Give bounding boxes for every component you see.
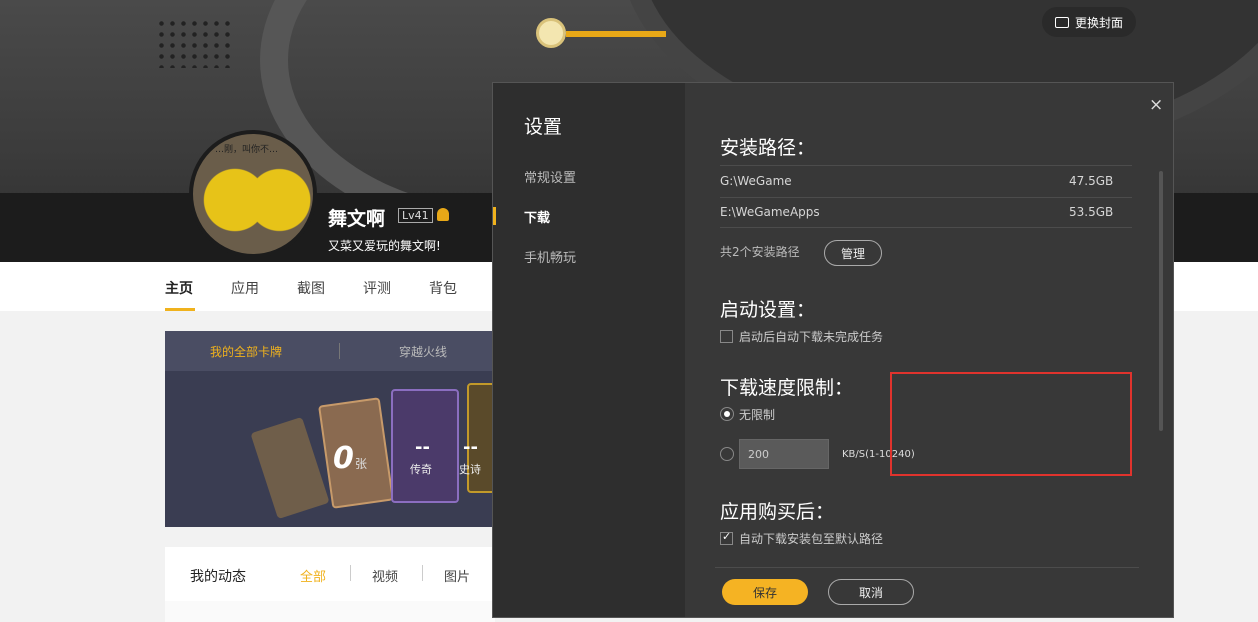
install-path: E:\WeGameApps <box>720 205 820 219</box>
tab-all-cards[interactable]: 我的全部卡牌 <box>210 343 282 360</box>
avatar-caption: …刚，叫你不… <box>215 145 279 155</box>
settings-sidebar: 设置 常规设置 下载 手机畅玩 <box>493 83 685 617</box>
filter-image[interactable]: 图片 <box>444 566 470 585</box>
manage-button[interactable]: 管理 <box>824 240 882 266</box>
menu-general[interactable]: 常规设置 <box>524 167 576 186</box>
menu-mobile[interactable]: 手机畅玩 <box>524 247 576 266</box>
tab-reviews[interactable]: 评测 <box>363 278 391 298</box>
dots-decoration <box>156 18 236 68</box>
card-image[interactable] <box>250 416 330 520</box>
tab-backpack[interactable]: 背包 <box>429 278 457 298</box>
epic-label: 史诗 <box>459 463 481 476</box>
epic-count: -- <box>463 437 478 458</box>
profile-motto: 又菜又爱玩的舞文啊! <box>328 239 441 253</box>
legend-label: 传奇 <box>410 463 432 476</box>
unlimited-label: 无限制 <box>739 408 776 422</box>
limit-radio[interactable] <box>720 447 734 461</box>
image-icon <box>1054 16 1069 28</box>
feed-title: 我的动态 <box>190 569 246 585</box>
level-badge: Lv41 <box>398 208 433 223</box>
divider <box>720 165 1132 166</box>
purchase-heading: 应用购买后： <box>720 501 835 523</box>
cards-panel: 我的全部卡牌 穿越火线 0 张 -- -- 传奇 史诗 <box>165 331 495 527</box>
tab-crossfire[interactable]: 穿越火线 <box>399 343 447 360</box>
startup-checkbox[interactable] <box>720 330 733 343</box>
dialog-title: 设置 <box>524 116 563 138</box>
change-cover-label: 更换封面 <box>1074 15 1123 30</box>
cards-header: 我的全部卡牌 穿越火线 <box>165 331 495 371</box>
speed-limit-input[interactable] <box>739 439 829 469</box>
bar-decoration <box>566 31 666 37</box>
divider <box>720 197 1132 198</box>
divider <box>350 565 351 581</box>
active-marker <box>493 207 496 225</box>
feed-header: 我的动态 全部 视频 图片 <box>165 547 495 601</box>
speed-heading: 下载速度限制： <box>720 377 854 399</box>
change-cover-button[interactable]: 更换封面 <box>1042 7 1136 37</box>
cancel-button[interactable]: 取消 <box>828 579 914 605</box>
card-count: 0 <box>333 441 354 476</box>
install-heading: 安装路径： <box>720 137 816 159</box>
tab-underline <box>165 308 195 311</box>
filter-video[interactable]: 视频 <box>372 566 398 585</box>
save-button[interactable]: 保存 <box>722 579 808 605</box>
feed-content <box>165 601 495 622</box>
bell-icon[interactable] <box>437 208 449 221</box>
startup-option-label: 启动后自动下载未完成任务 <box>739 330 884 344</box>
tab-screenshots[interactable]: 截图 <box>297 278 325 298</box>
scrollbar[interactable] <box>1159 171 1163 431</box>
divider <box>715 567 1139 568</box>
divider <box>720 227 1132 228</box>
tab-apps[interactable]: 应用 <box>231 278 259 298</box>
card-count-unit: 张 <box>355 457 368 471</box>
install-path: G:\WeGame <box>720 174 792 188</box>
install-count: 共2个安装路径 <box>720 245 800 259</box>
install-size: 47.5GB <box>1069 174 1114 188</box>
divider <box>339 343 340 359</box>
settings-content: 安装路径： G:\WeGame 47.5GB E:\WeGameApps 53.… <box>685 83 1173 617</box>
avatar[interactable]: …刚，叫你不… <box>189 130 317 258</box>
purchase-checkbox[interactable] <box>720 530 733 545</box>
install-size: 53.5GB <box>1069 205 1114 219</box>
unlimited-radio[interactable] <box>720 407 734 421</box>
divider <box>422 565 423 581</box>
purchase-option-label: 自动下载安装包至默认路径 <box>739 532 884 546</box>
knob-decoration <box>536 18 566 48</box>
menu-download[interactable]: 下载 <box>524 207 550 226</box>
card-image[interactable] <box>318 397 394 509</box>
startup-heading: 启动设置： <box>720 299 816 321</box>
username: 舞文啊 <box>328 208 386 230</box>
legend-count: -- <box>415 437 430 458</box>
settings-dialog: 设置 常规设置 下载 手机畅玩 × 安装路径： G:\WeGame 47.5GB… <box>492 82 1174 618</box>
highlight-box <box>890 372 1132 476</box>
filter-all[interactable]: 全部 <box>300 566 326 585</box>
tab-home[interactable]: 主页 <box>165 278 193 298</box>
